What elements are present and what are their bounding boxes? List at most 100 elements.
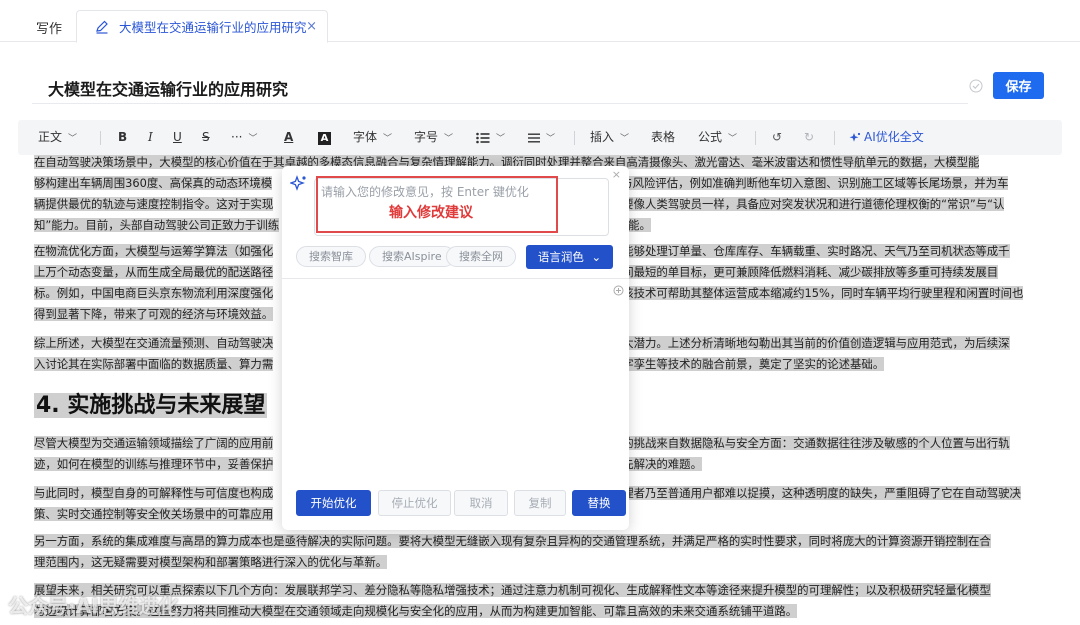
expand-icon[interactable] [613,285,624,296]
document-title[interactable]: 大模型在交通运输行业的应用研究 [48,76,288,100]
language-polish-select[interactable]: 语言润色 ⌄ [526,245,613,269]
bullet-list-icon [476,132,490,143]
insert-menu[interactable]: 插入 ﹀ [590,120,629,155]
title-row: 大模型在交通运输行业的应用研究 [32,66,968,104]
chevron-down-icon: ﹀ [728,134,738,144]
text-line: 要像人类驾驶员一样，具备应对突发状况和进行道德伦理权衡的“常识”与“认 [622,197,1005,211]
toolbar-divider [834,131,835,145]
format-toolbar: 正文 ﹀ B I U S ··· ﹀ A A 字体 ﹀ 字号 ﹀ ﹀ ﹀ 插入 ﹀ 表格 … [18,120,1062,155]
text-line: 大潜力。上述分析清晰地勾勒出其当前的价值创造逻辑与应用范式，为后续深 [622,336,1010,350]
chevron-down-icon: ﹀ [68,134,78,144]
text-line: 理者乃至普通用户都难以捉摸，这种透明度的缺失，严重阻碍了它在自动驾驶决 [622,486,1021,500]
text-line: 得到显著下降，带来了可观的经济与环境效益。 [34,307,274,321]
text-line: 能够处理订单量、仓库库存、车辆载重、实时路况、天气乃至司机状态等成千 [622,244,1010,258]
tab-bar: 写作 大模型在交通运输行业的应用研究 × [0,0,1080,43]
saved-check-icon [969,79,983,93]
align-button[interactable]: ﹀ [528,120,555,155]
text-line: 迹，如何在模型的训练与推理环节中，妥善保护 [34,457,274,471]
ai-optimize-button[interactable]: AI优化全文 [849,120,924,155]
undo-button[interactable]: ↺ [772,120,782,155]
bold-button[interactable]: B [118,120,127,155]
toolbar-divider [574,131,575,145]
polish-label: 语言润色 [537,250,584,264]
text-line: 的挑战来自数据隐私与安全方面：交通数据往往涉及敏感的个人位置与出行轨 [622,436,1010,450]
ai-sparkle-icon [290,175,306,191]
chevron-down-icon: ﹀ [546,134,556,144]
text-line: 先解决的难题。 [622,457,702,471]
tab-close-icon[interactable]: × [306,19,317,34]
chevron-down-icon: ﹀ [444,134,454,144]
heading-text: 4. 实施挑战与未来展望 [34,393,268,418]
text-line: 尽管大模型为交通运输领域描绘了广阔的应用前 [34,436,274,450]
font-color-button[interactable]: A [284,120,293,155]
popup-close-icon[interactable]: × [612,168,621,181]
font-family-label: 字体 [353,130,378,144]
align-icon [528,133,540,142]
text-line: 与此同时，模型自身的可解释性与可信度也构成 [34,486,274,500]
annotation-label: 输入修改建议 [389,205,473,221]
highlight-button[interactable]: A [318,120,331,155]
font-size-select[interactable]: 字号 ﹀ [414,120,453,155]
highlight-icon: A [318,132,331,145]
text-line: 该技术可帮助其整体运营成本缩减约15%，同时车辆平均行驶里程和闲置时间也 [622,286,1024,300]
toolbar-divider [100,131,101,145]
redo-button[interactable]: ↻ [804,120,814,155]
font-family-select[interactable]: 字体 ﹀ [353,120,392,155]
text-line: 在物流优化方面，大模型与运筹学算法（如强化 [34,244,274,258]
cancel-button[interactable]: 取消 [454,490,508,516]
paragraph-7: 展望未来，相关研究可以重点探索以下几个方向：发展联邦学习、差分隐私等隐私增强技术… [34,580,1046,622]
popup-divider [282,278,629,279]
text-line: 入讨论其在实际部署中面临的数据质量、算力需 [34,357,274,371]
underline-button[interactable]: U [173,120,182,155]
paragraph-style-select[interactable]: 正文 ﹀ [38,120,77,155]
chevron-down-icon: ﹀ [248,134,258,144]
text-line: 与风险评估，例如准确判断他车切入意图、识别施工区域等长尾场景，并为车 [621,176,1009,190]
formula-label: 公式 [698,130,723,144]
chevron-down-icon: ﹀ [383,134,393,144]
tab-document[interactable]: 大模型在交通运输行业的应用研究 × [76,10,328,43]
search-aispire-pill[interactable]: 搜索AIspire [369,246,455,267]
toolbar-divider [755,131,756,145]
stop-optimize-button[interactable]: 停止优化 [378,490,451,516]
text-line: 够构建出车辆周围360度、高保真的动态环境模 [34,176,273,190]
paragraph-6: 另一方面，系统的集成难度与高昂的算力成本也是亟待解决的实际问题。要将大模型无缝嵌… [34,531,1046,573]
insert-label: 插入 [590,130,615,144]
table-button[interactable]: 表格 [651,120,675,155]
text-line: 策、实时交通控制等安全攸关场景中的可靠应用 [34,507,274,521]
more-label: ··· [231,130,243,144]
strikethrough-button[interactable]: S [202,120,210,155]
ai-sparkle-icon [849,132,861,142]
watermark: 公众号·AI思维进化 [8,594,179,618]
font-size-label: 字号 [414,130,439,144]
optimized-result-area[interactable] [296,300,614,480]
formula-menu[interactable]: 公式 ﹀ [698,120,737,155]
edit-pen-icon [96,20,108,34]
tab-writing[interactable]: 写作 [36,18,62,37]
paragraph-style-label: 正文 [38,130,63,144]
ai-optimize-label: AI优化全文 [864,130,924,144]
text-line: 字孪生等技术的融合前景，奠定了坚实的论述基础。 [622,357,885,371]
text-line: 另一方面，系统的集成难度与高昂的算力成本也是亟待解决的实际问题。要将大模型无缝嵌… [34,534,991,548]
chevron-down-icon: ⌄ [591,250,602,264]
chevron-down-icon: ﹀ [496,134,506,144]
more-format-button[interactable]: ··· ﹀ [231,120,257,155]
search-think-tank-pill[interactable]: 搜索智库 [296,246,366,267]
text-line: 辆提供最优的轨迹与速度控制指令。这对于实现 [34,197,274,211]
chevron-down-icon: ﹀ [620,134,630,144]
search-web-pill[interactable]: 搜索全网 [446,246,516,267]
text-line: 间最短的单目标，更可兼顾降低燃料消耗、减少碳排放等多重可持续发展目 [622,265,999,279]
text-line: 知”能力。目前，头部自动驾驶公司正致力于训练 [34,218,280,232]
copy-button[interactable]: 复制 [514,490,566,516]
section-heading: 4. 实施挑战与未来展望 [34,391,268,421]
save-button[interactable]: 保存 [993,72,1044,99]
ai-optimize-popup: × 输入修改建议 搜索智库 搜索AIspire 搜索全网 语言润色 ⌄ 开始优化… [282,166,629,530]
replace-button[interactable]: 替换 [572,490,626,516]
text-line: 理范围内，这无疑需要对模型架构和部署策略进行深入的优化与革新。 [34,555,388,569]
text-line: 综上所述，大模型在交通流量预测、自动驾驶决 [34,336,274,350]
text-line: 标。例如，中国电商巨头京东物流利用深度强化 [34,286,274,300]
list-button[interactable]: ﹀ [476,120,505,155]
italic-button[interactable]: I [148,120,153,155]
start-optimize-button[interactable]: 开始优化 [296,490,371,516]
text-line: 能。 [628,218,651,232]
text-line: 上万个动态变量，从而生成全局最优的配送路径 [34,265,274,279]
